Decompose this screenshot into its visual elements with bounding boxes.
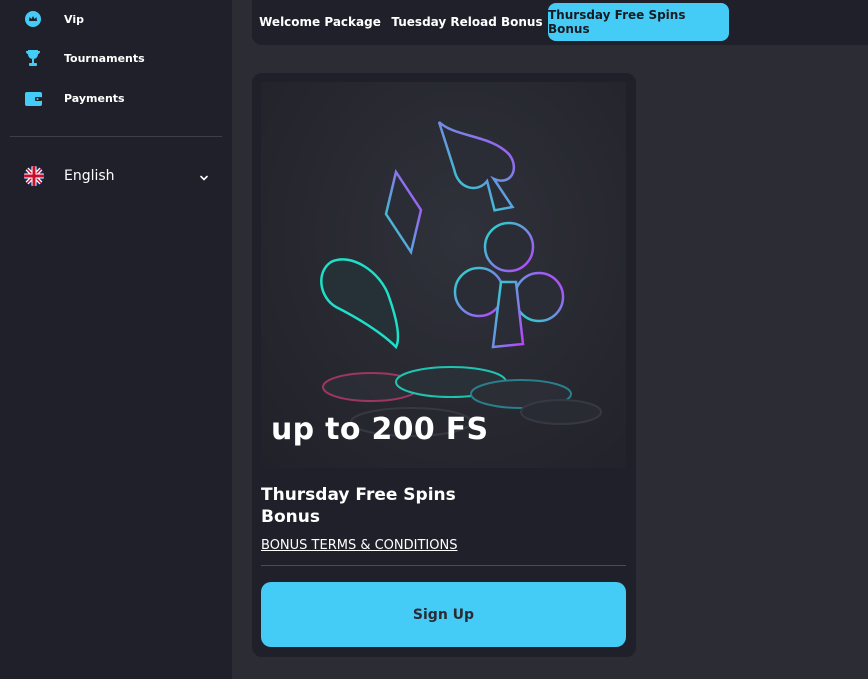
language-selector[interactable]: English: [24, 165, 214, 187]
bonus-tabs: Welcome Package Tuesday Reload Bonus Thu…: [252, 0, 868, 45]
sidebar-item-vip[interactable]: Vip: [24, 10, 84, 28]
tab-tuesday-reload-bonus[interactable]: Tuesday Reload Bonus: [390, 3, 544, 41]
uk-flag-icon: [24, 166, 44, 186]
diamond-icon: [384, 168, 423, 256]
tab-thursday-free-spins-bonus[interactable]: Thursday Free Spins Bonus: [548, 3, 729, 41]
sidebar-item-label: Tournaments: [64, 51, 145, 65]
sidebar-item-tournaments[interactable]: Tournaments: [24, 49, 145, 67]
banner-offer-text: up to 200 FS: [271, 412, 489, 447]
sign-up-button[interactable]: Sign Up: [261, 582, 626, 647]
spade-icon: [320, 258, 400, 350]
sidebar: Vip Tournaments Payments English: [0, 0, 232, 679]
bonus-terms-link[interactable]: BONUS TERMS & CONDITIONS: [261, 538, 457, 553]
sidebar-item-label: Vip: [64, 12, 84, 26]
bonus-banner-image: up to 200 FS: [261, 82, 626, 468]
spade-icon: [437, 121, 516, 212]
sidebar-item-payments[interactable]: Payments: [24, 89, 125, 107]
crown-icon: [24, 10, 42, 28]
trophy-icon: [24, 49, 42, 67]
sidebar-item-label: Payments: [64, 91, 125, 105]
club-icon: [453, 221, 565, 349]
tab-welcome-package[interactable]: Welcome Package: [258, 3, 382, 41]
sidebar-divider: [10, 136, 222, 137]
chevron-down-icon: [198, 169, 210, 181]
bonus-title: Thursday Free Spins Bonus: [261, 485, 456, 527]
bonus-card: up to 200 FS Thursday Free Spins Bonus B…: [252, 73, 636, 657]
wallet-icon: [24, 89, 42, 107]
card-divider: [261, 565, 626, 566]
language-label: English: [64, 168, 115, 184]
